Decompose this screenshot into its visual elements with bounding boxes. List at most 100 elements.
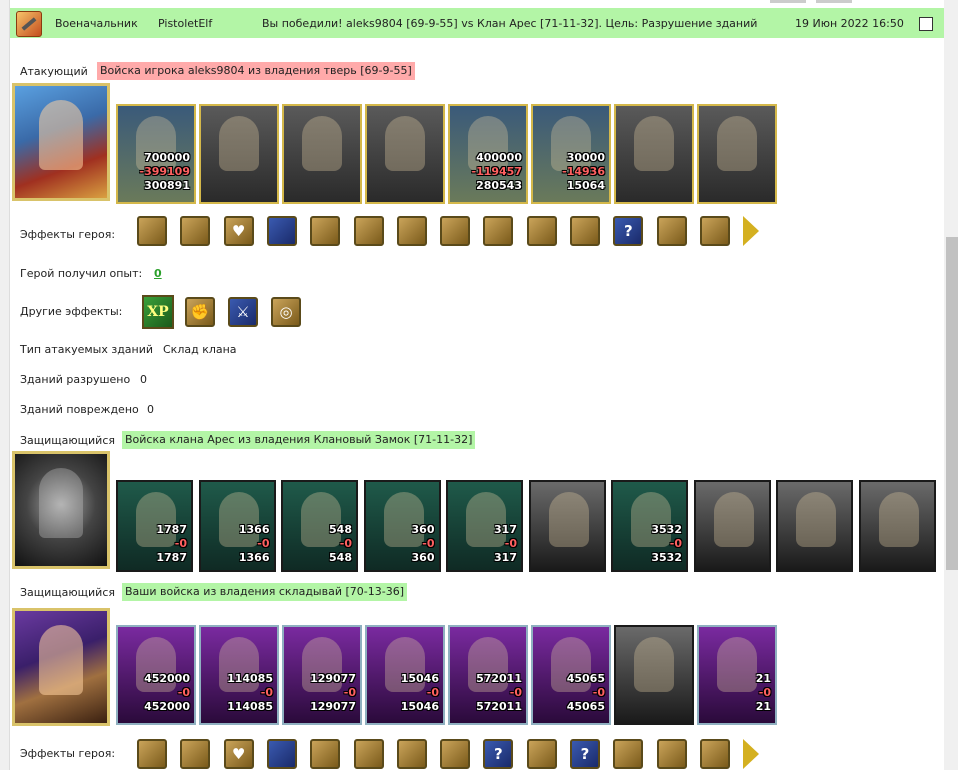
creature-image [634, 116, 674, 171]
troop-stack[interactable]: 452000 -0 452000 [116, 625, 196, 725]
troop-stack[interactable]: 30000 -14936 15064 [531, 104, 611, 204]
armor-icon[interactable] [353, 216, 384, 246]
creature-image [631, 492, 671, 547]
attacker-hero-portrait[interactable] [12, 83, 110, 201]
select-checkbox[interactable] [919, 17, 933, 31]
creature-image [634, 637, 674, 692]
troop-stack[interactable]: 317 -0 317 [446, 480, 523, 572]
wings-icon[interactable] [310, 739, 341, 769]
troop-stack[interactable]: 360 -0 360 [363, 480, 441, 572]
book-icon[interactable] [180, 739, 211, 769]
top-button-b[interactable] [816, 0, 852, 3]
scrollbar-thumb[interactable] [946, 237, 958, 570]
fist-icon[interactable]: ✊ [185, 297, 215, 327]
troop-count-remaining: 21 [755, 700, 771, 713]
medal-icon[interactable] [656, 739, 687, 769]
armor-icon[interactable] [137, 739, 167, 769]
creature-image [301, 492, 341, 547]
amulet-icon[interactable] [353, 739, 384, 769]
troop-stack[interactable]: 1366 -0 1366 [198, 480, 276, 572]
other-effects-label: Другие эффекты: [20, 305, 123, 318]
troop-count-remaining: 300891 [144, 179, 190, 192]
help-icon[interactable]: ? [570, 739, 600, 769]
troop-stack[interactable] [614, 104, 694, 204]
troop-stack[interactable]: 15046 -0 15046 [365, 625, 445, 725]
troop-stack[interactable] [693, 480, 771, 572]
help-icon[interactable]: ? [483, 739, 514, 769]
hero-effects-label: Эффекты героя: [20, 228, 116, 241]
book-icon[interactable] [137, 216, 167, 246]
warlord-icon [16, 11, 42, 37]
battle-header: Военачальник PistoletElf Вы победили! al… [10, 8, 944, 38]
troop-stack[interactable]: 114085 -0 114085 [199, 625, 279, 725]
creature-image [385, 116, 425, 171]
armor-purple-icon[interactable] [396, 739, 427, 769]
creature-image [717, 637, 757, 692]
troop-stack[interactable] [528, 480, 606, 572]
creature-image [218, 492, 259, 547]
troop-stack[interactable] [282, 104, 362, 204]
troop-count-lost: -14936 [562, 165, 605, 178]
xp-icon[interactable]: XP [142, 295, 174, 329]
troop-count-lost: -0 [339, 537, 352, 550]
troop-count-lost: -399109 [139, 165, 191, 178]
troop-count-initial: 360 [411, 523, 435, 536]
heart-icon[interactable]: ♥ [223, 739, 254, 769]
troop-stack[interactable] [614, 625, 694, 725]
scythe-icon[interactable] [613, 739, 644, 769]
defender1-hero-portrait[interactable] [12, 451, 110, 569]
troop-stack[interactable]: 400000 -119457 280543 [448, 104, 528, 204]
troop-count-remaining: 45065 [566, 700, 605, 713]
help-icon[interactable]: ? [613, 216, 644, 246]
shield-icon[interactable] [266, 216, 297, 246]
sword-icon[interactable] [483, 216, 514, 246]
troop-stack[interactable] [776, 480, 853, 572]
building-type-label: Тип атакуемых зданий [20, 343, 154, 356]
hero-exp-value[interactable]: 0 [154, 267, 162, 280]
top-button-a[interactable] [770, 0, 806, 3]
creature-image [878, 492, 919, 547]
troop-count-initial: 30000 [566, 151, 605, 164]
troop-stack[interactable]: 3532 -0 3532 [611, 480, 688, 572]
troop-stack[interactable] [697, 104, 777, 204]
troop-stack[interactable] [365, 104, 445, 204]
troop-stack[interactable]: 129077 -0 129077 [282, 625, 362, 725]
castle-icon[interactable] [180, 216, 211, 246]
potion-icon[interactable] [396, 216, 427, 246]
scrollbar[interactable] [944, 0, 958, 770]
troop-stack[interactable]: 572011 -0 572011 [448, 625, 528, 725]
troop-stack[interactable] [199, 104, 279, 204]
troop-stack[interactable]: 1787 -0 1787 [116, 480, 193, 572]
troop-stack[interactable]: 548 -0 548 [281, 480, 358, 572]
gem-icon[interactable] [526, 739, 557, 769]
battle-log-panel: Военачальник PistoletElf Вы победили! al… [9, 0, 945, 770]
troop-count-lost: -0 [592, 686, 605, 699]
troop-count-initial: 548 [329, 523, 352, 536]
troop-stack[interactable]: 21 -0 21 [697, 625, 777, 725]
crossed-swords-icon[interactable] [656, 216, 687, 246]
fist-icon[interactable] [440, 739, 471, 769]
next-arrow-icon[interactable] [743, 739, 760, 769]
troop-stack[interactable]: 45065 -0 45065 [531, 625, 611, 725]
troop-count-lost: -0 [426, 686, 439, 699]
gold-helmet-icon[interactable] [310, 216, 341, 246]
sword-icon[interactable]: ⚔ [228, 297, 258, 327]
next-arrow-icon[interactable] [743, 216, 760, 246]
shield-icon[interactable] [266, 739, 297, 769]
torch-icon[interactable] [699, 216, 730, 246]
ring-icon[interactable] [570, 216, 600, 246]
troop-count-initial: 129077 [310, 672, 356, 685]
defender2-hero-portrait[interactable] [12, 608, 110, 726]
hero-exp-label: Герой получил опыт: [20, 267, 143, 280]
knight-helmet-icon[interactable] [440, 216, 471, 246]
troop-stack[interactable] [858, 480, 936, 572]
player-name[interactable]: PistoletElf [158, 17, 212, 30]
defender2-label: Защищающийся [20, 586, 115, 599]
coins-icon[interactable]: ◎ [271, 297, 301, 327]
spikes-icon[interactable] [526, 216, 557, 246]
creature-image [136, 492, 176, 547]
scroll-icon[interactable] [699, 739, 730, 769]
troop-stack[interactable]: 700000 -399109 300891 [116, 104, 196, 204]
troop-count-remaining: 572011 [476, 700, 522, 713]
heart-icon[interactable]: ♥ [223, 216, 254, 246]
